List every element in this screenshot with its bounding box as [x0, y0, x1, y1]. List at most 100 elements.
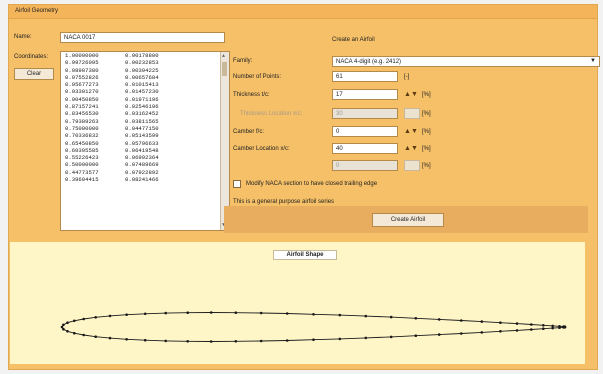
coordinate-row: 0.83456530 0.03162452: [61, 110, 229, 117]
coordinate-x: 0.79389263: [65, 117, 99, 125]
scroll-up-icon[interactable]: ▲: [222, 53, 225, 60]
airfoil-point: [62, 327, 65, 331]
coordinate-y: 0.03811565: [125, 117, 159, 125]
chevron-down-icon[interactable]: ▼: [590, 58, 596, 64]
coordinate-y: 0.00178800: [125, 52, 159, 59]
airfoil-point: [108, 336, 112, 340]
camber-input[interactable]: 0: [332, 126, 398, 137]
coordinate-row: 0.87157241 0.02546196: [61, 103, 229, 110]
family-select[interactable]: NACA 4-digit (e.g. 2412) ▼: [332, 56, 600, 67]
camber-stepper[interactable]: ▲▼: [404, 126, 420, 137]
coordinate-y: 0.05796633: [125, 139, 159, 147]
points-input[interactable]: 61: [332, 71, 398, 82]
points-unit: [-]: [404, 74, 410, 80]
thickness-stepper[interactable]: ▲▼: [404, 89, 420, 100]
airfoil-point: [209, 311, 213, 314]
airfoil-point: [364, 314, 368, 318]
coordinate-y: 0.08241466: [125, 176, 159, 184]
airfoil-point: [460, 319, 463, 322]
thickness-location-stepper-disabled: [404, 108, 420, 119]
camber-location-label: Camber Location x/c:: [233, 146, 290, 152]
arrow-up-icon[interactable]: ▲: [404, 145, 411, 152]
airfoil-point: [312, 313, 315, 316]
camber-location-input[interactable]: 40: [332, 143, 398, 154]
coordinate-y: 0.05143599: [125, 132, 159, 140]
coordinates-label: Coordinates:: [14, 54, 49, 60]
coordinate-x: 0.55226423: [65, 154, 99, 162]
airfoil-point: [259, 311, 263, 315]
airfoil-point: [499, 321, 502, 324]
airfoil-point: [66, 330, 69, 333]
coordinate-x: 0.99726095: [65, 59, 99, 67]
series-description: This is a general purpose airfoil series: [233, 199, 335, 205]
coordinate-x: 1.00000000: [65, 52, 99, 59]
airfoil-point: [480, 331, 484, 334]
coordinate-row: 0.44773577 0.07922892: [61, 169, 229, 176]
airfoil-point: [62, 323, 65, 327]
coordinate-y: 0.03162452: [125, 110, 159, 118]
coordinate-row: 0.90450850 0.01971196: [61, 96, 229, 103]
arrow-down-icon[interactable]: ▼: [411, 145, 418, 152]
thickness-location-unit: [%]: [422, 111, 431, 117]
airfoil-point: [94, 335, 97, 338]
coordinate-y: 0.04477150: [125, 124, 159, 132]
coordinate-row: 0.55226423 0.06992364: [61, 154, 229, 161]
airfoil-outline: [61, 312, 566, 342]
thickness-input[interactable]: 17: [332, 89, 398, 100]
coordinate-row: 0.98907380 0.00394225: [61, 67, 229, 74]
airfoil-point: [312, 338, 315, 341]
arrow-down-icon[interactable]: ▼: [411, 91, 418, 98]
name-input[interactable]: NACA 0017: [60, 32, 225, 43]
coordinate-y: 0.01971196: [125, 95, 159, 103]
airfoil-point: [108, 314, 112, 318]
airfoil-point: [164, 339, 167, 343]
airfoil-point: [480, 320, 484, 323]
coordinate-y: 0.07922892: [125, 168, 159, 176]
coordinate-x: 0.90450850: [65, 95, 99, 103]
arrow-down-icon[interactable]: ▼: [411, 128, 418, 135]
airfoil-point: [143, 338, 147, 342]
thickness-label: Thickness t/c:: [233, 92, 270, 98]
airfoil-point: [73, 331, 76, 335]
coordinate-row: 0.39604415 0.08241466: [61, 176, 229, 183]
points-label: Number of Points:: [233, 74, 282, 80]
camber-location-stepper[interactable]: ▲▼: [404, 143, 420, 154]
airfoil-point: [60, 325, 64, 329]
airfoil-point: [143, 312, 147, 316]
coordinate-row: 0.60395585 0.06419548: [61, 147, 229, 154]
coordinate-y: 0.00232853: [125, 59, 159, 67]
airfoil-point: [499, 330, 502, 333]
closed-te-checkbox[interactable]: [233, 180, 241, 188]
coordinate-x: 0.39604415: [65, 176, 99, 184]
airfoil-point: [259, 339, 263, 343]
scroll-thumb[interactable]: [222, 62, 227, 76]
coordinate-row: 0.79389263 0.03811565: [61, 118, 229, 125]
coordinate-x: 0.93301270: [65, 88, 99, 96]
coordinates-scrollbar[interactable]: ▲ ▼: [220, 52, 229, 230]
airfoil-point: [542, 324, 545, 327]
coordinate-row: 0.93301270 0.01457230: [61, 88, 229, 95]
airfoil-point: [234, 340, 238, 343]
camber-label: Camber f/c:: [233, 129, 265, 135]
coordinate-row: 0.95677273 0.01015413: [61, 81, 229, 88]
airfoil-point: [125, 313, 128, 316]
create-airfoil-heading: Create an Airfoil: [332, 37, 375, 43]
airfoil-point: [563, 326, 567, 329]
airfoil-shape-plot: [60, 311, 567, 343]
airfoil-point: [389, 335, 393, 339]
airfoil-point: [460, 332, 463, 335]
airfoil-point: [186, 340, 189, 343]
coordinate-x: 0.75000000: [65, 124, 99, 132]
camber-unit: [%]: [422, 129, 431, 135]
coordinate-y: 0.01457230: [125, 88, 159, 96]
arrow-up-icon[interactable]: ▲: [404, 128, 411, 135]
clear-button[interactable]: Clear: [14, 68, 54, 80]
airfoil-point: [530, 328, 533, 331]
coordinates-textarea[interactable]: 1.00000000 0.00178800 0.99726095 0.00232853…: [60, 51, 230, 231]
airfoil-point: [285, 312, 289, 315]
coordinate-x: 0.87157241: [65, 103, 99, 111]
arrow-up-icon[interactable]: ▲: [404, 91, 411, 98]
create-airfoil-button[interactable]: Create Airfoil: [372, 213, 444, 227]
coordinate-row: 0.70336832 0.05143599: [61, 132, 229, 139]
airfoil-point: [94, 316, 97, 319]
